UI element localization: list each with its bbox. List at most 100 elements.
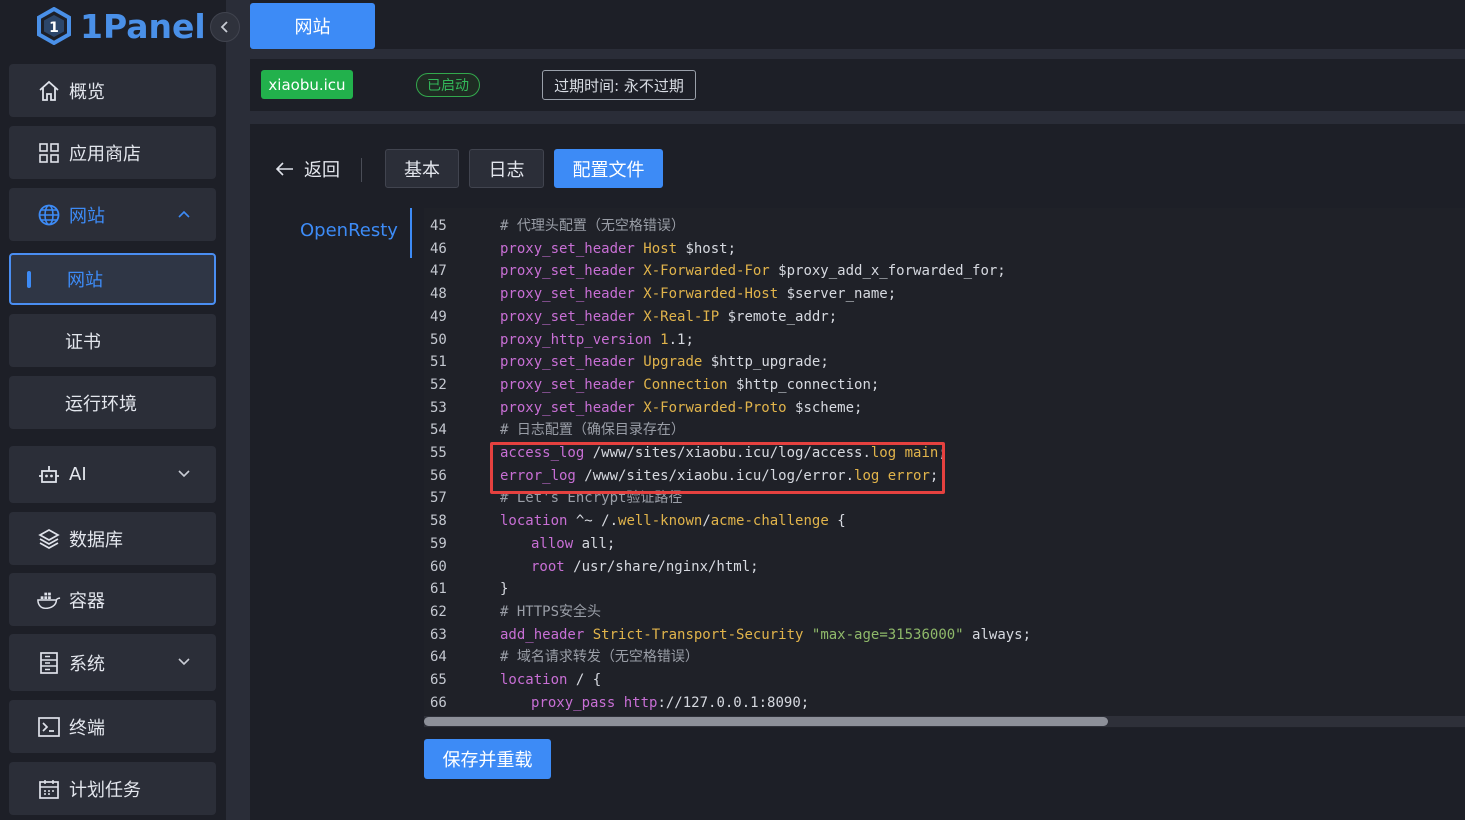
save-reload-button[interactable]: 保存并重载 xyxy=(424,739,551,779)
code-line[interactable]: 65 location / { xyxy=(424,669,1465,691)
code-line[interactable]: 48 proxy_set_header X-Forwarded-Host $ser… xyxy=(424,283,1465,305)
svg-text:1: 1 xyxy=(49,20,59,36)
code-token: all; xyxy=(573,535,616,552)
code-text: proxy_http_version 1.1; xyxy=(500,329,694,351)
code-token: ^~ /. xyxy=(567,513,619,530)
tab-config-file[interactable]: 配置文件 xyxy=(554,149,663,188)
line-number: 50 xyxy=(430,331,447,348)
code-token: $server_name; xyxy=(778,286,897,303)
code-text: # 域名请求转发（无空格错误） xyxy=(500,646,699,668)
code-line[interactable]: 50 proxy_http_version 1.1; xyxy=(424,329,1465,351)
sidebar-item-certificates[interactable]: 证书 xyxy=(9,314,216,367)
code-line[interactable]: 54 # 日志配置（确保目录存在） xyxy=(424,419,1465,441)
code-line[interactable]: 62 # HTTPS安全头 xyxy=(424,601,1465,623)
code-token: location xyxy=(500,513,568,530)
code-line[interactable]: 60 root /usr/share/nginx/html; xyxy=(424,556,1465,578)
sidebar-item-label: 运行环境 xyxy=(65,393,137,415)
sidebar-item-cron[interactable]: 计划任务 xyxy=(9,762,216,815)
code-text: # 代理头配置（无空格错误） xyxy=(500,215,685,237)
code-line[interactable]: 49 proxy_set_header X-Real-IP $remote_add… xyxy=(424,306,1465,328)
code-line[interactable]: 58 location ^~ /.well-known/acme-challeng… xyxy=(424,510,1465,532)
code-token: $http_upgrade; xyxy=(702,354,829,371)
code-token: X-Real-IP xyxy=(643,308,720,325)
sidebar-item-label: 容器 xyxy=(69,590,105,612)
code-line[interactable]: 51 proxy_set_header Upgrade $http_upgrade… xyxy=(424,351,1465,373)
line-number: 46 xyxy=(430,240,447,257)
line-number: 54 xyxy=(430,422,447,439)
sidebar-item-runtime[interactable]: 运行环境 xyxy=(9,376,216,429)
code-token: { xyxy=(828,513,846,530)
code-line[interactable]: 53 proxy_set_header X-Forwarded-Proto $sc… xyxy=(424,397,1465,419)
line-number: 57 xyxy=(430,490,447,507)
robot-icon xyxy=(37,463,61,487)
sidebar-item-app-store[interactable]: 应用商店 xyxy=(9,126,216,179)
line-number: 51 xyxy=(430,354,447,371)
code-token: $host; xyxy=(677,240,737,257)
code-text: # HTTPS安全头 xyxy=(500,601,601,623)
code-token: well-known xyxy=(618,513,703,530)
sidebar-item-system[interactable]: 系统 xyxy=(9,634,216,691)
tab-basic[interactable]: 基本 xyxy=(385,149,459,188)
sidebar-item-label: 网站 xyxy=(67,270,103,291)
code-token: 1 xyxy=(660,331,669,348)
code-line[interactable]: 47 proxy_set_header X-Forwarded-For $prox… xyxy=(424,260,1465,282)
terminal-icon xyxy=(37,715,61,739)
code-text: location ^~ /.well-known/acme-challenge … xyxy=(500,510,846,532)
code-token: proxy_set_header xyxy=(500,376,635,393)
sidebar-item-overview[interactable]: 概览 xyxy=(9,64,216,117)
sidebar-item-terminal[interactable]: 终端 xyxy=(9,700,216,753)
code-line[interactable]: 52 proxy_set_header Connection $http_conn… xyxy=(424,374,1465,396)
code-token: X-Forwarded-For xyxy=(643,263,770,280)
tab-website[interactable]: 网站 xyxy=(250,3,375,49)
line-number: 58 xyxy=(430,513,447,530)
home-icon xyxy=(37,79,61,103)
code-line[interactable]: 59 allow all; xyxy=(424,533,1465,555)
collapse-sidebar-button[interactable] xyxy=(210,12,240,42)
code-token: $remote_addr; xyxy=(719,308,838,325)
code-line[interactable]: 45 # 代理头配置（无空格错误） xyxy=(424,215,1465,237)
scrollbar-thumb[interactable] xyxy=(424,717,1108,726)
code-token: "max-age=31536000" xyxy=(811,626,964,643)
code-token: # 域名请求转发（无空格错误） xyxy=(500,649,699,666)
sidebar-item-label: 计划任务 xyxy=(69,779,141,801)
arrow-left-icon xyxy=(276,162,293,176)
sidebar-item-label: 系统 xyxy=(69,653,105,675)
sidebar-item-label: 终端 xyxy=(69,717,105,739)
back-button[interactable]: 返回 xyxy=(276,157,340,181)
chevron-down-icon xyxy=(178,658,190,666)
line-number: 61 xyxy=(430,581,447,598)
active-indicator xyxy=(410,208,412,258)
code-line[interactable]: 61} xyxy=(424,578,1465,600)
sidebar-item-container[interactable]: 容器 xyxy=(9,573,216,626)
logo[interactable]: 1 1Panel xyxy=(36,6,206,46)
code-text: proxy_set_header X-Forwarded-Proto $sche… xyxy=(500,397,862,419)
code-token: Strict-Transport-Security xyxy=(592,626,804,643)
site-info-bar: xiaobu.icu 已启动 过期时间: 永不过期 xyxy=(250,59,1465,111)
line-number: 47 xyxy=(430,263,447,280)
line-number: 66 xyxy=(430,694,447,711)
code-line[interactable]: 64 # 域名请求转发（无空格错误） xyxy=(424,646,1465,668)
code-line[interactable]: 46 proxy_set_header Host $host; xyxy=(424,238,1465,260)
code-token: .1; xyxy=(668,331,694,348)
code-token: acme-challenge xyxy=(710,513,829,530)
code-token: # 代理头配置（无空格错误） xyxy=(500,218,685,234)
code-token: Upgrade xyxy=(643,354,703,371)
sidebar-item-database[interactable]: 数据库 xyxy=(9,512,216,565)
code-text: allow all; xyxy=(531,533,615,555)
code-token: # HTTPS安全头 xyxy=(500,603,602,620)
tab-log[interactable]: 日志 xyxy=(469,149,544,188)
code-token: /usr/share/nginx/html; xyxy=(564,558,759,575)
code-text: root /usr/share/nginx/html; xyxy=(531,556,759,578)
sidebar-item-label: AI xyxy=(69,464,87,485)
globe-icon xyxy=(37,203,61,227)
domain-badge: xiaobu.icu xyxy=(261,70,353,99)
sidebar-item-website-group[interactable]: 网站 xyxy=(9,188,216,241)
line-number: 53 xyxy=(430,399,447,416)
sidebar-item-ai[interactable]: AI xyxy=(9,446,216,503)
code-line[interactable]: 63 add_header Strict-Transport-Security "… xyxy=(424,624,1465,646)
divider xyxy=(361,158,362,182)
sidebar-item-websites[interactable]: 网站 xyxy=(9,253,216,305)
code-line[interactable]: 66 proxy_pass http://127.0.0.1:8090; xyxy=(424,692,1465,714)
sidebar-item-openresty[interactable]: OpenResty xyxy=(300,220,398,241)
